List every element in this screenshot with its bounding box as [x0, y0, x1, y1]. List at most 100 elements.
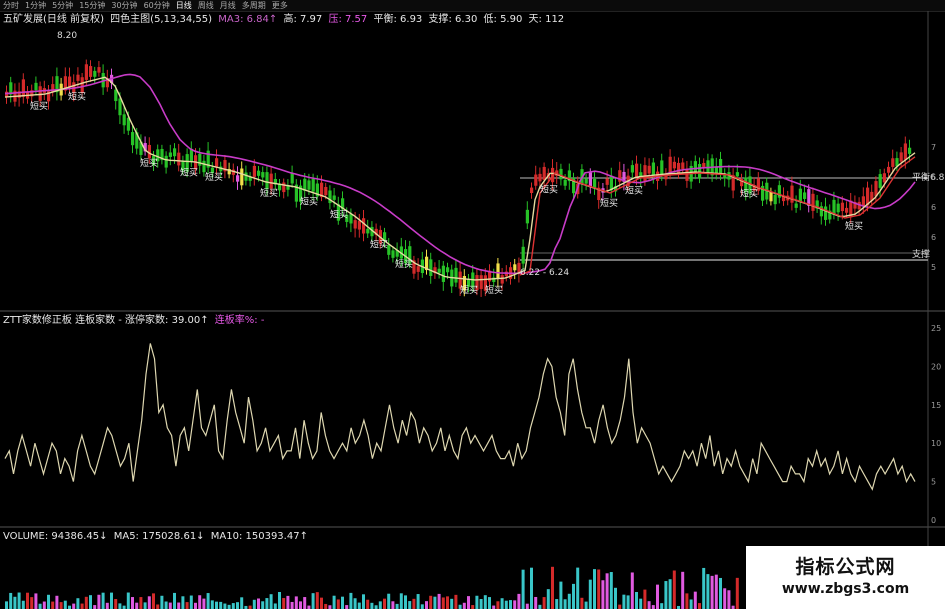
- range-label: 6.22 - 6.24: [520, 268, 569, 278]
- price-axis-tick: 6: [931, 203, 936, 212]
- signal-label: 短买: [625, 185, 643, 197]
- volume-bar: [664, 581, 668, 609]
- candle-body: [811, 193, 815, 211]
- volume-bar: [273, 603, 277, 609]
- candle-body: [908, 147, 912, 154]
- volume-bar: [332, 595, 336, 609]
- volume-bar: [147, 596, 151, 609]
- candle-body: [97, 67, 101, 73]
- volume-bar: [110, 592, 113, 609]
- candle-body: [630, 165, 634, 173]
- candle-body: [647, 165, 651, 174]
- balance-right-label: 平衡6.8: [912, 171, 945, 183]
- price-axis: 7 6 6 6 5: [931, 143, 936, 272]
- volume-bar: [513, 600, 517, 609]
- candle-body: [500, 275, 504, 284]
- volume-bar: [21, 600, 25, 609]
- candle-body: [693, 161, 697, 172]
- candle-body: [34, 82, 38, 91]
- candle-body: [660, 160, 664, 176]
- volume-bar: [156, 604, 160, 609]
- price-axis-tick: 5: [931, 263, 936, 272]
- candle-body: [496, 263, 500, 279]
- volume-bar: [656, 584, 659, 609]
- volume-bar: [626, 595, 630, 609]
- candle-body: [635, 163, 639, 178]
- candle-body: [672, 161, 676, 169]
- candle-body: [307, 180, 311, 190]
- candle-body: [437, 268, 441, 273]
- candle-body: [681, 162, 685, 170]
- candle-body: [311, 178, 315, 192]
- candle-body: [891, 158, 895, 167]
- volume-bar: [702, 567, 706, 609]
- candle-body: [131, 132, 135, 146]
- volume-bar: [370, 602, 374, 609]
- volume-bar: [622, 594, 626, 609]
- volume-bar: [164, 601, 168, 609]
- candle-body: [861, 196, 865, 206]
- volume-bar: [55, 595, 59, 609]
- volume-bar: [668, 579, 672, 609]
- signal-label: 短买: [600, 197, 618, 209]
- volume-bar: [395, 603, 399, 609]
- candle-body: [803, 192, 807, 199]
- chart-canvas[interactable]: 8.20 6.22 - 6.24 平衡6.8 支撑 短买短买短买短买 短买短买短买…: [0, 0, 945, 609]
- volume-bar: [63, 600, 67, 609]
- volume-bar: [433, 596, 437, 609]
- candle-body: [588, 172, 592, 187]
- volume-bar: [215, 601, 218, 609]
- candle-body: [525, 209, 529, 224]
- osc-axis-tick: 10: [931, 439, 941, 448]
- volume-bar: [496, 601, 500, 609]
- signal-label: 短买: [540, 184, 558, 196]
- volume-bar: [601, 580, 605, 609]
- volume-bar: [59, 602, 63, 609]
- candle-body: [416, 266, 420, 272]
- volume-bars: [5, 566, 739, 609]
- candle-body: [530, 187, 534, 194]
- volume-bar: [34, 593, 38, 609]
- volume-bar: [231, 603, 235, 609]
- volume-bar: [240, 597, 244, 609]
- price-axis-tick: 6: [931, 173, 936, 182]
- volume-bar: [265, 598, 269, 609]
- volume-bar: [618, 604, 622, 609]
- candle-body: [887, 166, 891, 173]
- candle-body: [521, 246, 525, 264]
- volume-bar: [542, 597, 546, 609]
- volume-bar: [278, 592, 281, 609]
- volume-bar: [210, 600, 214, 609]
- volume-bar: [97, 594, 101, 609]
- volume-bar: [651, 605, 655, 609]
- volume-bar: [492, 605, 496, 609]
- candle-body: [735, 172, 739, 177]
- osc-axis-tick: 0: [931, 516, 936, 525]
- candle-body: [836, 203, 840, 213]
- osc-axis-tick: 15: [931, 401, 941, 410]
- volume-bar: [378, 601, 382, 609]
- volume-bar: [93, 605, 97, 609]
- volume-bar: [135, 602, 139, 609]
- volume-bar: [89, 595, 92, 609]
- volume-bar: [324, 603, 328, 609]
- candle-body: [878, 174, 882, 188]
- candle-body: [353, 220, 357, 229]
- candle-body: [177, 152, 181, 166]
- oscillator-line: [4, 343, 916, 491]
- volume-bar: [286, 595, 290, 609]
- candle-body: [38, 86, 42, 101]
- candle-body: [240, 168, 244, 186]
- candle-body: [542, 166, 546, 180]
- candle-body: [93, 70, 97, 77]
- volume-bar: [408, 601, 412, 609]
- candle-body: [332, 195, 336, 200]
- candle-body: [584, 178, 588, 184]
- volume-bar: [26, 592, 29, 609]
- volume-bar: [173, 592, 176, 609]
- candle-body: [882, 173, 886, 183]
- signal-label: 短买: [180, 166, 198, 178]
- volume-bar: [143, 602, 147, 609]
- candle-body: [563, 179, 567, 186]
- volume-bar: [299, 601, 302, 609]
